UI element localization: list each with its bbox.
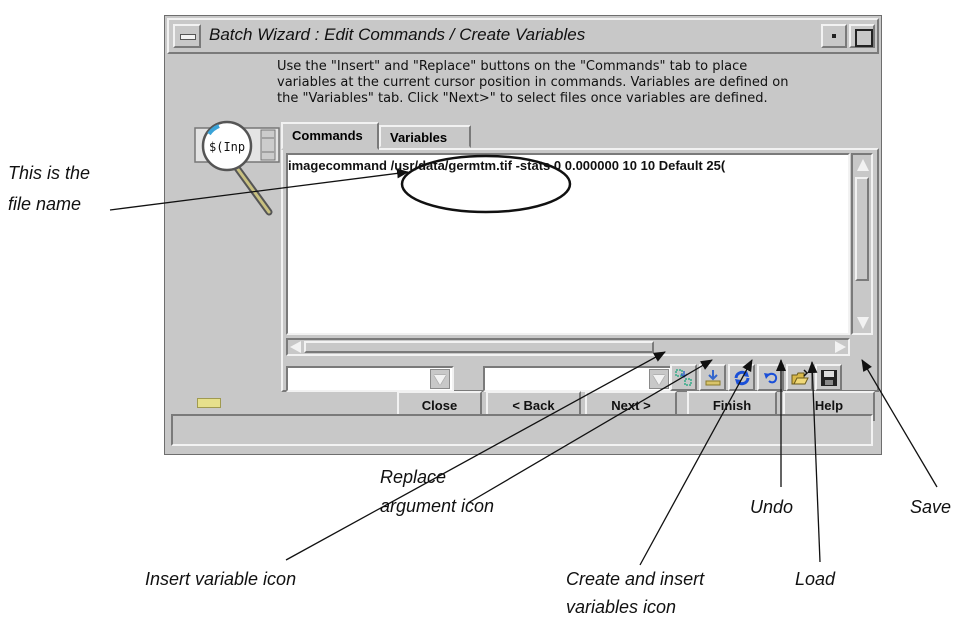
chevron-down-icon[interactable]	[430, 369, 450, 389]
horizontal-scrollbar[interactable]	[286, 338, 850, 356]
instruction-line: variables at the current cursor position…	[277, 75, 789, 90]
scroll-right-arrow-icon[interactable]	[835, 341, 846, 353]
vertical-scroll-thumb[interactable]	[855, 177, 869, 281]
replace-argument-annotation-line2: argument icon	[380, 496, 495, 516]
undo-annotation: Undo	[750, 497, 794, 517]
insert-variable-annotation: Insert variable icon	[145, 569, 297, 589]
save-button[interactable]	[815, 364, 842, 391]
title-bar: Batch Wizard : Edit Commands / Create Va…	[167, 18, 879, 54]
create-insert-annotation-line2: variables icon	[566, 597, 677, 617]
command-arguments: -stats 0 0.000000 10 10 Default 25(	[515, 158, 726, 173]
minimize-button[interactable]	[821, 24, 847, 48]
status-indicator	[197, 398, 221, 408]
instruction-line: Use the "Insert" and "Replace" buttons o…	[277, 59, 748, 74]
tab-commands[interactable]: Commands	[281, 122, 379, 150]
filename-annotation-line1: This is the	[8, 163, 91, 183]
window-title: Batch Wizard : Edit Commands / Create Va…	[209, 25, 586, 44]
instruction-line: the "Variables" tab. Click "Next>" to se…	[277, 91, 768, 106]
vertical-scrollbar[interactable]	[851, 153, 873, 335]
replace-argument-button[interactable]	[699, 364, 726, 391]
replace-argument-annotation-line1: Replace	[380, 467, 447, 487]
variable-select[interactable]	[286, 366, 454, 392]
filename-annotation-line2: file name	[8, 194, 82, 214]
commands-textarea[interactable]: imagecommand /usr/data/germtm.tif -stats…	[286, 153, 850, 335]
scroll-left-arrow-icon[interactable]	[290, 341, 301, 353]
scroll-down-arrow-icon[interactable]	[857, 317, 869, 329]
command-name: imagecommand	[288, 158, 387, 173]
undo-button[interactable]	[757, 364, 784, 391]
status-bar	[171, 414, 873, 446]
command-filename: /usr/data/germtm.tif	[390, 158, 512, 173]
create-insert-variables-button[interactable]	[728, 364, 755, 391]
create-insert-annotation-line1: Create and insert	[566, 569, 705, 589]
scroll-up-arrow-icon[interactable]	[857, 159, 869, 171]
tab-variables[interactable]: Variables	[379, 125, 471, 148]
wizard-content: Use the "Insert" and "Replace" buttons o…	[169, 56, 879, 421]
maximize-button[interactable]	[849, 24, 875, 48]
load-button[interactable]	[786, 364, 813, 391]
commands-panel: imagecommand /usr/data/germtm.tif -stats…	[281, 148, 879, 392]
insert-variable-button[interactable]	[670, 364, 697, 391]
undo-icon	[764, 372, 778, 384]
save-icon	[821, 370, 837, 386]
instructions-text: Use the "Insert" and "Replace" buttons o…	[277, 59, 877, 107]
save-annotation: Save	[910, 497, 952, 517]
window-menu-button[interactable]	[173, 24, 201, 48]
chevron-down-icon[interactable]	[649, 369, 669, 389]
load-icon	[791, 369, 809, 385]
horizontal-scroll-thumb[interactable]	[304, 341, 654, 353]
insert-variable-icon	[675, 369, 692, 386]
load-annotation: Load	[795, 569, 836, 589]
replace-argument-icon	[705, 370, 721, 386]
icon-variable-text: $(Inp	[209, 140, 245, 154]
command-line: imagecommand /usr/data/germtm.tif -stats…	[288, 158, 725, 173]
batch-wizard-window: Batch Wizard : Edit Commands / Create Va…	[164, 15, 882, 455]
create-and-insert-variables-icon	[734, 370, 750, 386]
argument-select[interactable]	[483, 366, 673, 392]
